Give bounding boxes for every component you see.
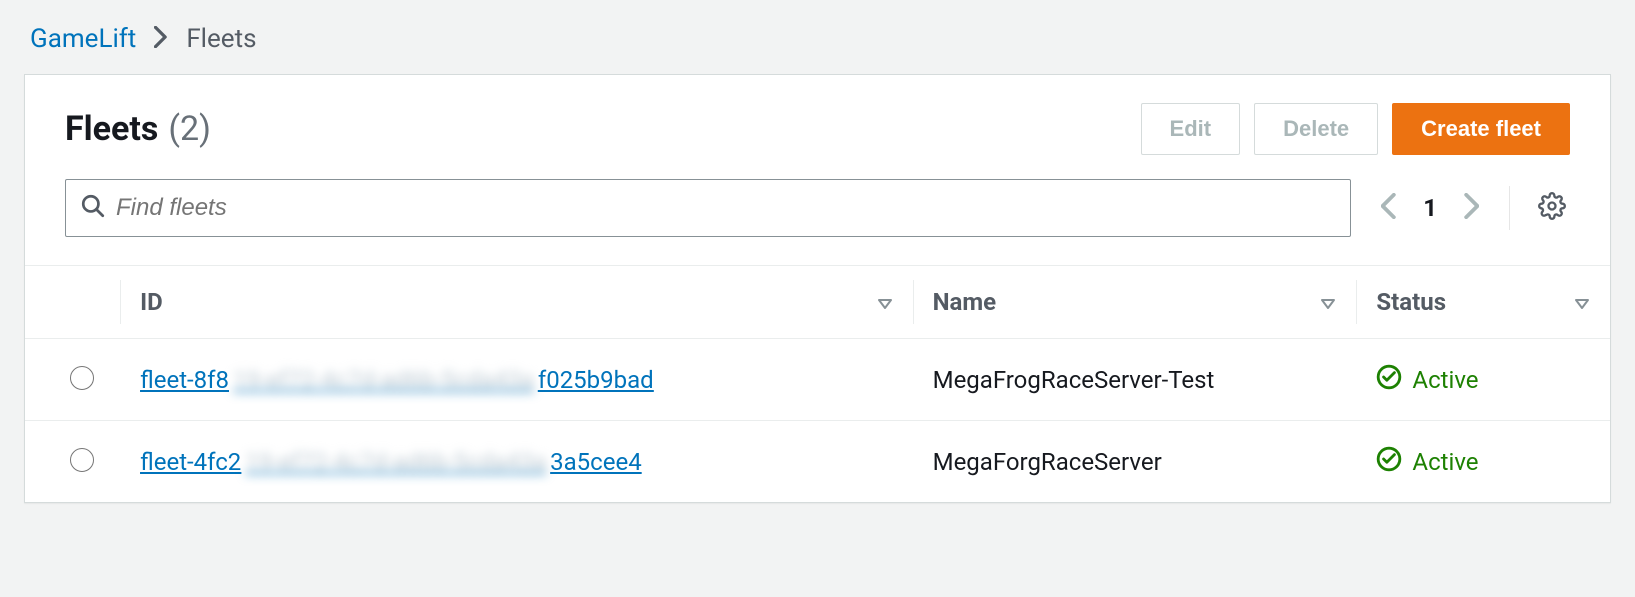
status-badge: Active <box>1376 364 1590 396</box>
fleet-id-link[interactable]: fleet-8f819-ef72-4c7d-ad6b-5cda43af025b9… <box>140 366 654 394</box>
column-header-id-label: ID <box>140 288 163 316</box>
fleet-id-suffix: 3a5cee4 <box>550 448 642 476</box>
search-input[interactable] <box>106 190 1336 226</box>
sort-icon <box>877 288 893 316</box>
sort-icon <box>1574 288 1590 316</box>
page-number: 1 <box>1423 194 1437 222</box>
breadcrumb-root[interactable]: GameLift <box>30 24 136 54</box>
status-text: Active <box>1412 366 1478 394</box>
column-header-id[interactable]: ID <box>120 266 913 339</box>
edit-button[interactable]: Edit <box>1141 103 1241 155</box>
chevron-right-icon <box>154 26 168 53</box>
fleets-table: ID Name <box>25 266 1610 502</box>
fleet-id-redacted: 19-ef72-4c7d-ad6b-5cda43a <box>241 448 550 476</box>
column-header-name[interactable]: Name <box>913 266 1357 339</box>
panel-title-text: Fleets <box>65 109 158 149</box>
row-select-radio[interactable] <box>70 448 94 472</box>
breadcrumb: GameLift Fleets <box>24 24 1611 54</box>
check-circle-icon <box>1376 364 1402 396</box>
search-icon <box>80 193 106 224</box>
fleet-id-prefix: fleet-4fc2 <box>140 448 241 476</box>
table-row: fleet-8f819-ef72-4c7d-ad6b-5cda43af025b9… <box>25 339 1610 421</box>
fleet-id-suffix: f025b9bad <box>538 366 654 394</box>
row-select-radio[interactable] <box>70 366 94 390</box>
next-page-button[interactable] <box>1457 189 1485 228</box>
status-text: Active <box>1412 448 1478 476</box>
fleet-id-redacted: 19-ef72-4c7d-ad6b-5cda43a <box>229 366 538 394</box>
panel-title: Fleets (2) <box>65 109 211 149</box>
search-box[interactable] <box>65 179 1351 237</box>
divider <box>1509 186 1510 230</box>
column-header-status[interactable]: Status <box>1356 266 1610 339</box>
status-badge: Active <box>1376 446 1590 478</box>
column-header-status-label: Status <box>1376 288 1446 316</box>
fleets-panel: Fleets (2) Edit Delete Create fleet 1 <box>24 74 1611 503</box>
delete-button[interactable]: Delete <box>1254 103 1378 155</box>
table-row: fleet-4fc219-ef72-4c7d-ad6b-5cda43a3a5ce… <box>25 421 1610 503</box>
settings-button[interactable] <box>1534 188 1570 229</box>
column-header-name-label: Name <box>933 288 997 316</box>
pager: 1 <box>1375 189 1485 228</box>
breadcrumb-current: Fleets <box>186 24 256 54</box>
fleet-id-link[interactable]: fleet-4fc219-ef72-4c7d-ad6b-5cda43a3a5ce… <box>140 448 642 476</box>
fleet-id-prefix: fleet-8f8 <box>140 366 229 394</box>
fleet-name-cell: MegaFrogRaceServer-Test <box>913 339 1357 421</box>
check-circle-icon <box>1376 446 1402 478</box>
sort-icon <box>1320 288 1336 316</box>
panel-title-count: (2) <box>168 109 211 149</box>
create-fleet-button[interactable]: Create fleet <box>1392 103 1570 155</box>
prev-page-button[interactable] <box>1375 189 1403 228</box>
fleet-name-cell: MegaForgRaceServer <box>913 421 1357 503</box>
